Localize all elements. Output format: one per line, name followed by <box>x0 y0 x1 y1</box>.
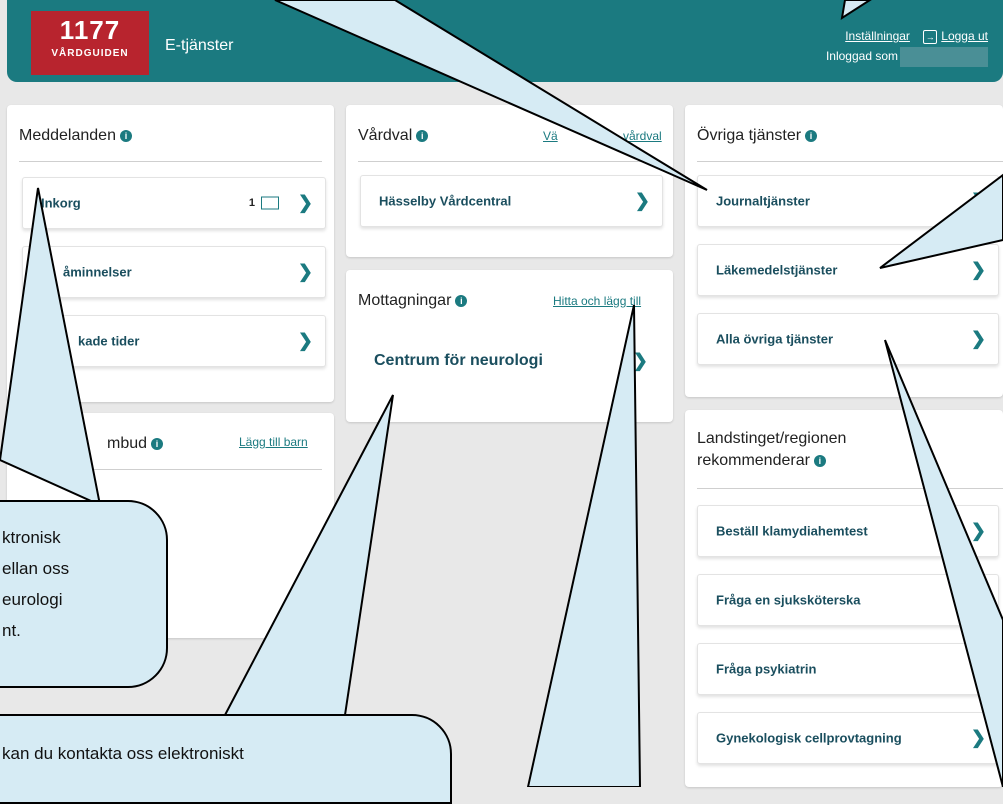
chevron-right-icon: ❯ <box>970 259 986 280</box>
logo-subtitle: VÅRDGUIDEN <box>51 48 129 59</box>
booked-times-label: kade tider <box>78 333 140 349</box>
gynekologisk-label: Gynekologisk cellprovtagning <box>716 730 902 746</box>
klamydia-label: Beställ klamydiahemtest <box>716 523 868 539</box>
find-and-add-link[interactable]: Hitta och lägg till <box>553 294 641 308</box>
info-icon[interactable]: i <box>455 295 468 307</box>
add-child-link[interactable]: Lägg till barn <box>239 435 308 449</box>
lakemedelstjanster-label: Läkemedelstjänster <box>716 262 838 278</box>
username-redacted <box>900 46 988 67</box>
logout-icon: → <box>923 30 938 44</box>
chevron-right-icon: ❯ <box>970 520 986 541</box>
sjukskoterska-label: Fråga en sjuksköterska <box>716 592 861 608</box>
landstinget-card: Landstinget/regionen rekommenderar i Best… <box>685 410 1003 787</box>
inbox-label: Inkorg <box>41 195 81 211</box>
journaltjanster-label: Journaltjänster <box>716 193 810 209</box>
inbox-row[interactable]: Inkorg 1 ❯ <box>22 177 326 229</box>
vardguiden-logo[interactable]: 1177 VÅRDGUIDEN <box>31 11 149 75</box>
chevron-right-icon: ❯ <box>970 190 986 211</box>
choose-vardval-link-left[interactable]: Vä <box>543 129 558 143</box>
fraga-psykiatrin-row[interactable]: Fråga psykiatrin <box>697 643 999 695</box>
settings-link[interactable]: Inställningar <box>845 29 910 43</box>
fraga-sjukskoterska-row[interactable]: Fråga en sjuksköterska <box>697 574 999 626</box>
info-icon[interactable]: i <box>805 130 818 142</box>
chevron-right-icon: ❯ <box>297 192 313 213</box>
alla-ovriga-tjanster-row[interactable]: Alla övriga tjänster ❯ <box>697 313 999 365</box>
ovriga-title: Övriga tjänster i <box>697 127 818 145</box>
vardval-card: Vårdval i Vä vårdval Hässelby Vårdcentral… <box>346 105 673 257</box>
meddelanden-title: Meddelanden i <box>19 127 132 145</box>
callout-bottom: kan du kontakta oss elektroniskt <box>0 714 452 804</box>
klamydiahemtest-row[interactable]: Beställ klamydiahemtest ❯ <box>697 505 999 557</box>
journaltjanster-row[interactable]: Journaltjänster ❯ <box>697 175 999 227</box>
info-icon[interactable]: i <box>151 438 164 450</box>
booked-times-row[interactable]: kade tider ❯ <box>22 315 326 367</box>
centrum-for-neurologi-row[interactable]: Centrum för neurologi ❯ <box>352 330 660 392</box>
logo-number: 1177 <box>59 15 121 45</box>
ombud-title: mbud i <box>107 435 164 453</box>
lakemedelstjanster-row[interactable]: Läkemedelstjänster ❯ <box>697 244 999 296</box>
vardval-title: Vårdval i <box>358 127 429 145</box>
hasselby-vardcentral-row[interactable]: Hässelby Vårdcentral ❯ <box>360 175 663 227</box>
reminders-label: åminnelser <box>63 264 132 280</box>
chevron-right-icon: ❯ <box>297 261 313 282</box>
logout-link[interactable]: Logga ut <box>941 29 988 43</box>
divider <box>697 488 1003 489</box>
gynekologisk-cellprovtagning-row[interactable]: Gynekologisk cellprovtagning ❯ <box>697 712 999 764</box>
logged-in-label: Inloggad som <box>825 49 898 63</box>
callout-left: ktronisk ellan oss eurologi nt. <box>0 500 168 688</box>
mottagningar-title: Mottagningar i <box>358 292 468 310</box>
mottagningar-card: Mottagningar i Hitta och lägg till Centru… <box>346 270 673 422</box>
hasselby-label: Hässelby Vårdcentral <box>379 193 512 209</box>
reminders-row[interactable]: åminnelser ❯ <box>22 246 326 298</box>
choose-vardval-link[interactable]: vårdval <box>623 129 662 143</box>
chevron-right-icon: ❯ <box>970 727 986 748</box>
divider <box>697 161 1003 162</box>
psykiatrin-label: Fråga psykiatrin <box>716 661 817 677</box>
divider <box>358 161 661 162</box>
divider <box>19 161 322 162</box>
info-icon[interactable]: i <box>813 455 826 467</box>
page-title: E-tjänster <box>165 37 234 54</box>
chevron-right-icon: ❯ <box>297 330 313 351</box>
header-user-area: Inställningar → Logga ut Inloggad som <box>825 26 988 67</box>
divider <box>19 469 322 470</box>
info-icon[interactable]: i <box>119 130 132 142</box>
meddelanden-card: Meddelanden i Inkorg 1 ❯ åminnelser ❯ kad… <box>7 105 334 402</box>
inbox-count: 1 <box>249 196 279 210</box>
chevron-right-icon: ❯ <box>634 190 650 211</box>
info-icon[interactable]: i <box>416 130 429 142</box>
header-bar: 1177 VÅRDGUIDEN E-tjänster Inställningar… <box>7 0 1003 82</box>
landstinget-title: Landstinget/regionen rekommenderar i <box>697 430 847 469</box>
neurologi-label: Centrum för neurologi <box>374 352 543 369</box>
chevron-right-icon: ❯ <box>632 350 648 371</box>
ovriga-tjanster-card: Övriga tjänster i Journaltjänster ❯ Läkem… <box>685 105 1003 397</box>
chevron-right-icon: ❯ <box>970 328 986 349</box>
alla-ovriga-label: Alla övriga tjänster <box>716 331 834 347</box>
envelope-icon <box>261 196 279 210</box>
